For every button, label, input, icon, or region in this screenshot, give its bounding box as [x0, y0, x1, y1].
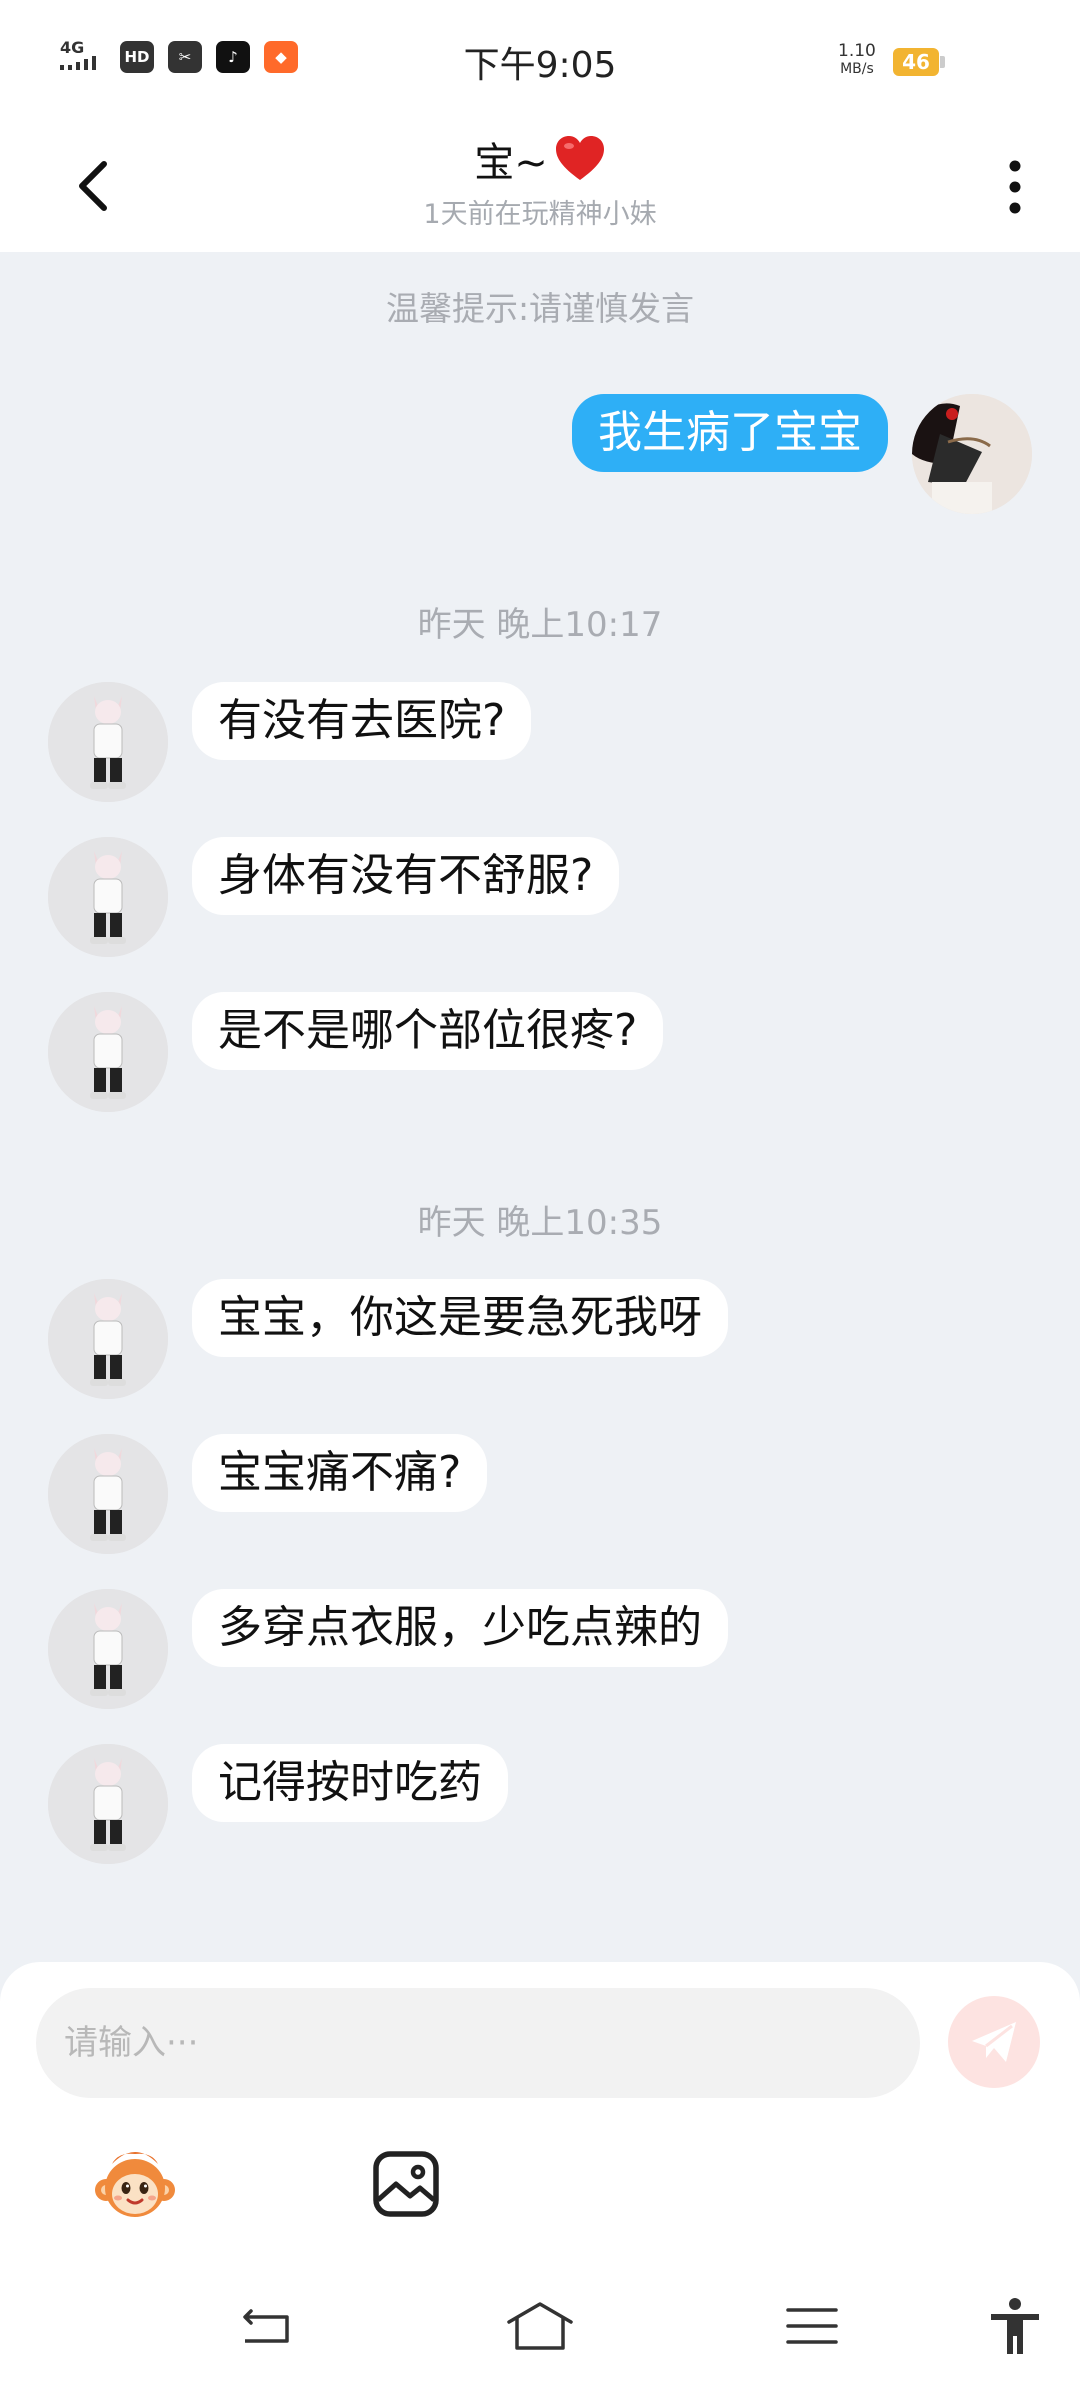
incoming-message[interactable]: 是不是哪个部位很疼? [192, 992, 664, 1070]
accessibility-button[interactable] [980, 2296, 1050, 2356]
incoming-message[interactable]: 多穿点衣服，少吃点辣的 [192, 1589, 728, 1667]
emoji-sticker-button[interactable] [92, 2142, 178, 2228]
contact-status: 1天前在玩精神小妹 [423, 199, 657, 230]
title-block: 宝~ 1天前在玩精神小妹 [0, 130, 1080, 231]
incoming-message[interactable]: 身体有没有不舒服? [192, 837, 620, 915]
nav-recents-button[interactable] [777, 2296, 847, 2356]
send-button[interactable] [948, 1996, 1040, 2088]
message-input[interactable] [36, 1988, 920, 2098]
accessibility-icon [991, 2298, 1039, 2354]
contact-avatar[interactable] [48, 1434, 168, 1554]
timestamp: 昨天 晚上10:17 [417, 605, 663, 645]
more-vertical-icon [1009, 160, 1021, 214]
contact-avatar[interactable] [48, 837, 168, 957]
my-avatar[interactable] [912, 394, 1032, 514]
incoming-message[interactable]: 有没有去医院? [192, 682, 532, 760]
contact-avatar[interactable] [48, 1744, 168, 1864]
more-options-button[interactable] [990, 152, 1040, 222]
timestamp: 昨天 晚上10:35 [417, 1203, 663, 1243]
menu-lines-icon [786, 2308, 838, 2344]
home-icon [507, 2302, 573, 2350]
image-picker-button[interactable] [370, 2148, 442, 2220]
contact-avatar[interactable] [48, 992, 168, 1112]
contact-name: 宝~ [474, 140, 548, 186]
red-heart-icon [555, 136, 604, 180]
incoming-message[interactable]: 宝宝痛不痛? [192, 1434, 488, 1512]
timestamp: 下午5:11 [0, 1942, 1080, 1952]
nav-home-button[interactable] [505, 2296, 575, 2356]
image-icon [373, 2151, 439, 2217]
contact-avatar[interactable] [48, 682, 168, 802]
message-list[interactable]: 温馨提示:请谨慎发言 我生病了宝宝 昨天 晚上10:17 有没有去医院? 身体有… [0, 252, 1080, 1952]
network-speed: 1.10 MB/s [838, 41, 876, 77]
nav-back-icon [243, 2309, 289, 2343]
contact-avatar[interactable] [48, 1589, 168, 1709]
chat-title[interactable]: 宝~ [474, 130, 606, 188]
monkey-emoji-icon [95, 2152, 175, 2217]
battery-tip [940, 56, 945, 68]
nav-back-button[interactable] [232, 2296, 302, 2356]
incoming-message[interactable]: 记得按时吃药 [192, 1744, 508, 1822]
outgoing-message[interactable]: 我生病了宝宝 [572, 394, 888, 472]
contact-avatar[interactable] [48, 1279, 168, 1399]
paper-plane-icon [972, 2022, 1016, 2062]
safety-notice: 温馨提示:请谨慎发言 [385, 289, 695, 328]
battery-icon: 46 [893, 48, 939, 76]
chat-header: 宝~ 1天前在玩精神小妹 [0, 120, 1080, 252]
incoming-message[interactable]: 宝宝，你这是要急死我呀 [192, 1279, 728, 1357]
status-bar: 4G HD ✂ ♪ ◆ 下午9:05 1.10 MB/s 46 [0, 0, 1080, 120]
